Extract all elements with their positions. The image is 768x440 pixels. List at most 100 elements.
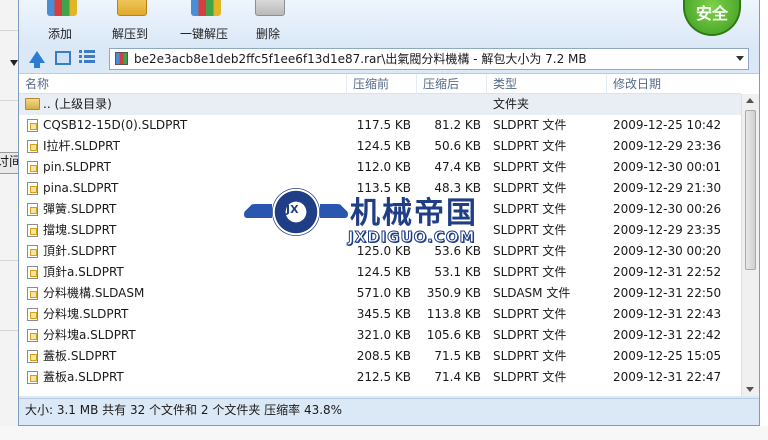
file-modified: 2009-12-25 10:42 — [613, 118, 722, 132]
file-icon — [27, 287, 38, 300]
one-click-extract-button[interactable]: 一键解压 — [169, 0, 239, 44]
file-name: 分料塊a.SLDPRT — [43, 328, 136, 342]
file-icon — [27, 245, 38, 258]
column-type[interactable]: 类型 — [487, 74, 607, 94]
file-modified: 2009-12-30 00:01 — [613, 160, 722, 174]
file-name: 彈簧.SLDPRT — [43, 202, 117, 216]
file-icon — [27, 161, 38, 174]
scroll-down-arrow-icon[interactable] — [746, 387, 754, 392]
add-button-label: 添加 — [47, 27, 72, 41]
file-packed-size — [349, 94, 411, 115]
file-unpacked-size: 53.1 KB — [434, 265, 481, 279]
path-field[interactable]: be2e3acb8e1deb2ffc5f1ee6f13d1e87.rar\出氣閥… — [109, 48, 749, 70]
column-header: 名称 压缩前 压缩后 类型 修改日期 — [19, 74, 741, 94]
scroll-up-arrow-icon[interactable] — [746, 98, 754, 103]
table-row[interactable]: CQSB12-15D(0).SLDPRT 117.5 KB 81.2 KB SL… — [19, 115, 741, 136]
file-unpacked-size: 350.9 KB — [426, 286, 481, 300]
column-packed[interactable]: 压缩前 — [347, 74, 417, 94]
one-click-extract-icon — [191, 0, 221, 16]
toolbar: 添加 解压到 一键解压 删除 安全 — [19, 0, 759, 44]
list-view-icon[interactable] — [79, 50, 95, 66]
file-type: SLDASM 文件 — [493, 286, 571, 300]
column-name[interactable]: 名称 — [19, 74, 347, 94]
table-row[interactable]: 分料塊a.SLDPRT 321.0 KB 105.6 KB SLDPRT 文件 … — [19, 325, 741, 346]
delete-button-label: 删除 — [255, 27, 280, 41]
file-name: 蓋板a.SLDPRT — [43, 370, 124, 384]
thumbnail-view-icon[interactable] — [55, 51, 71, 65]
file-type: SLDPRT 文件 — [493, 307, 567, 321]
status-bar: 大小: 3.1 MB 共有 32 个文件和 2 个文件夹 压缩率 43.8% — [19, 398, 759, 422]
file-modified: 2009-12-31 22:47 — [613, 370, 722, 384]
file-unpacked-size: 50.6 KB — [434, 139, 481, 153]
scrollbar-thumb[interactable] — [745, 110, 756, 270]
table-row[interactable]: 蓋板.SLDPRT 208.5 KB 71.5 KB SLDPRT 文件 200… — [19, 346, 741, 367]
file-packed-size: 124.5 KB — [356, 139, 411, 153]
file-modified: 2009-12-30 00:26 — [613, 202, 722, 216]
file-icon — [27, 371, 38, 384]
file-modified: 2009-12-29 23:36 — [613, 139, 722, 153]
watermark-title: 机械帝国 — [350, 196, 478, 231]
file-unpacked-size: 71.4 KB — [434, 370, 481, 384]
file-icon — [27, 266, 38, 279]
folder-up-icon — [25, 98, 40, 110]
table-row[interactable]: I拉杆.SLDPRT 124.5 KB 50.6 KB SLDPRT 文件 20… — [19, 136, 741, 157]
up-arrow-icon[interactable] — [29, 51, 45, 68]
file-icon — [27, 203, 38, 216]
table-row[interactable]: .. (上级目录) 文件夹 — [19, 94, 741, 115]
file-packed-size: 208.5 KB — [356, 349, 411, 363]
table-row[interactable]: 分料塊.SLDPRT 345.5 KB 113.8 KB SLDPRT 文件 2… — [19, 304, 741, 325]
file-type: SLDPRT 文件 — [493, 160, 567, 174]
file-unpacked-size: 105.6 KB — [426, 328, 481, 342]
file-name: 分料機構.SLDASM — [43, 286, 145, 300]
table-row[interactable]: 頂針a.SLDPRT 124.5 KB 53.1 KB SLDPRT 文件 20… — [19, 262, 741, 283]
file-name: pin.SLDPRT — [43, 160, 111, 174]
file-unpacked-size — [419, 94, 481, 115]
file-name: 擋塊.SLDPRT — [43, 223, 117, 237]
delete-button[interactable]: 删除 — [233, 0, 303, 44]
file-name: 頂針.SLDPRT — [43, 244, 117, 258]
file-modified: 2009-12-29 21:30 — [613, 181, 722, 195]
file-modified — [613, 94, 739, 115]
watermark-logo: JX 机械帝国 JXDIGUO.COM — [236, 186, 536, 248]
dropdown-arrow-icon — [10, 60, 18, 66]
file-icon — [27, 119, 38, 132]
chevron-down-icon[interactable] — [736, 56, 744, 61]
extract-to-button[interactable]: 解压到 — [95, 0, 165, 44]
security-shield-button[interactable]: 安全 — [683, 0, 741, 36]
column-modified[interactable]: 修改日期 — [607, 74, 741, 94]
file-packed-size: 124.5 KB — [356, 265, 411, 279]
file-modified: 2009-12-30 00:20 — [613, 244, 722, 258]
file-modified: 2009-12-31 22:50 — [613, 286, 722, 300]
file-packed-size: 112.0 KB — [356, 160, 411, 174]
file-name: pina.SLDPRT — [43, 181, 119, 195]
file-packed-size: 571.0 KB — [356, 286, 411, 300]
file-unpacked-size: 71.5 KB — [434, 349, 481, 363]
watermark-url: JXDIGUO.COM — [347, 228, 476, 247]
table-row[interactable]: 分料機構.SLDASM 571.0 KB 350.9 KB SLDASM 文件 … — [19, 283, 741, 304]
file-packed-size: 212.5 KB — [356, 370, 411, 384]
column-unpacked[interactable]: 压缩后 — [417, 74, 487, 94]
file-icon — [27, 350, 38, 363]
file-icon — [27, 140, 38, 153]
file-packed-size: 345.5 KB — [356, 307, 411, 321]
file-type: SLDPRT 文件 — [493, 265, 567, 279]
add-archive-icon — [47, 0, 77, 16]
add-button[interactable]: 添加 — [25, 0, 95, 44]
address-bar: be2e3acb8e1deb2ffc5f1ee6f13d1e87.rar\出氣閥… — [19, 44, 759, 74]
watermark-badge: JX — [286, 203, 299, 216]
file-modified: 2009-12-31 22:52 — [613, 265, 722, 279]
file-modified: 2009-12-31 22:42 — [613, 328, 722, 342]
table-row[interactable]: pin.SLDPRT 112.0 KB 47.4 KB SLDPRT 文件 20… — [19, 157, 741, 178]
folder-extract-icon — [117, 0, 147, 16]
vertical-scrollbar[interactable] — [741, 94, 759, 396]
file-type: SLDPRT 文件 — [493, 118, 567, 132]
file-name: .. (上级目录) — [43, 97, 112, 111]
table-row[interactable]: 蓋板a.SLDPRT 212.5 KB 71.4 KB SLDPRT 文件 20… — [19, 367, 741, 388]
file-modified: 2009-12-25 15:05 — [613, 349, 722, 363]
file-type: SLDPRT 文件 — [493, 370, 567, 384]
file-packed-size: 117.5 KB — [356, 118, 411, 132]
trash-icon — [255, 0, 285, 16]
rar-archive-icon — [115, 52, 128, 65]
file-icon — [27, 182, 38, 195]
file-type: 文件夹 — [493, 97, 530, 111]
